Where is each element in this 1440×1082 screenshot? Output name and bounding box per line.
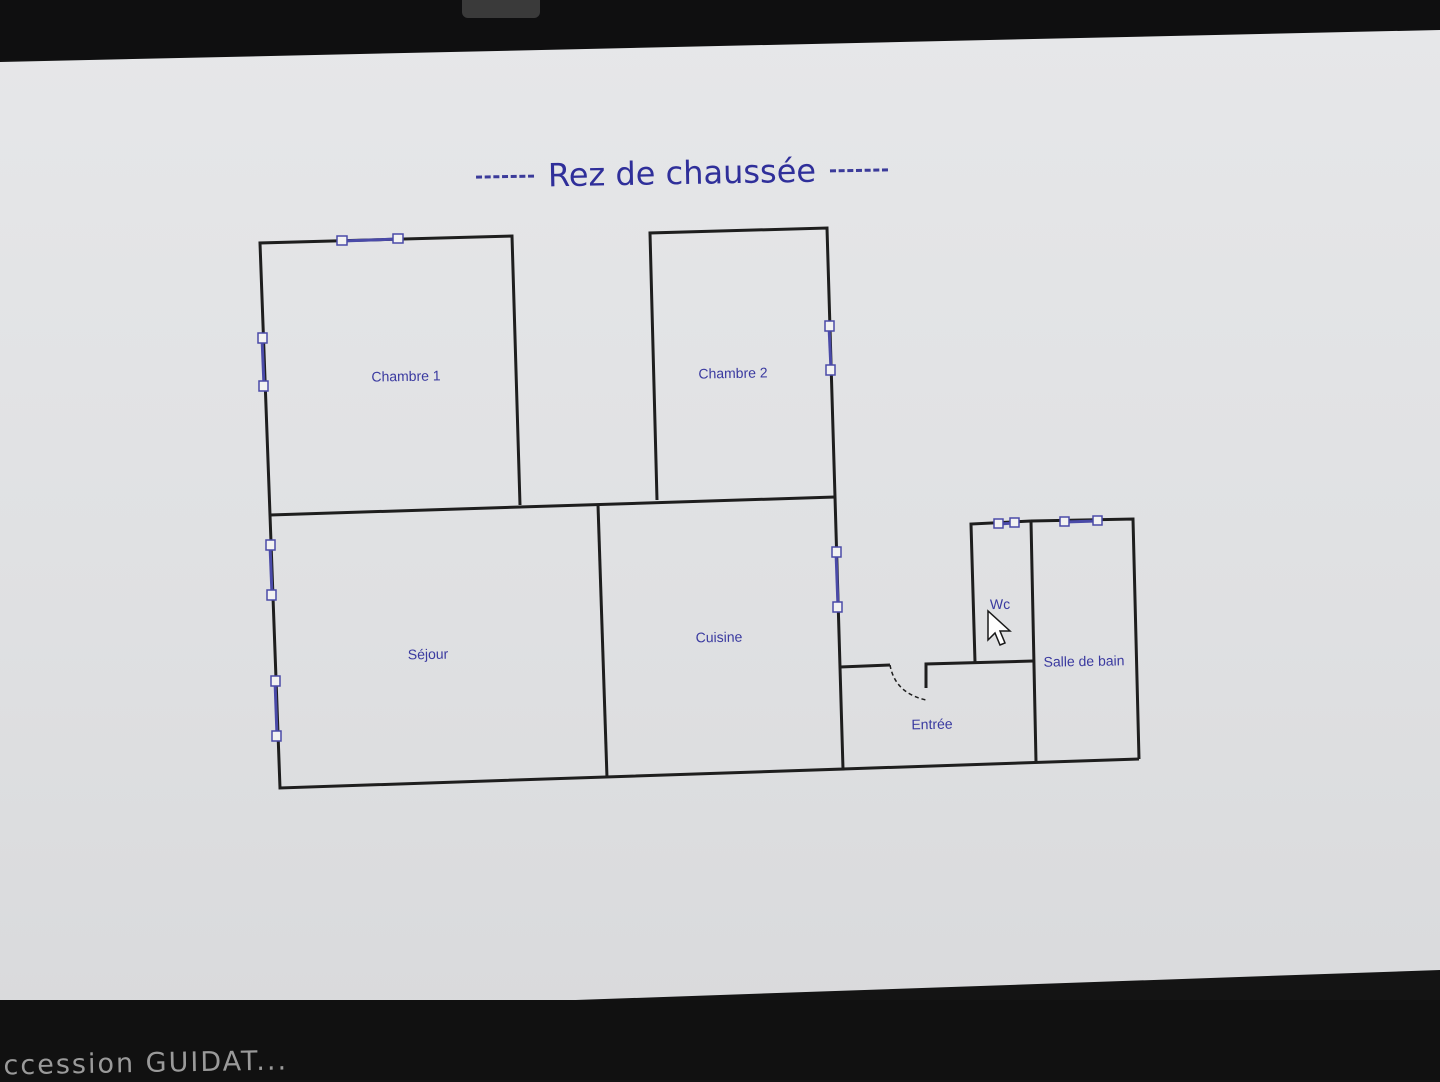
room-label-salle-de-bain: Salle de bain bbox=[1043, 652, 1125, 670]
wall-middle bbox=[269, 495, 836, 517]
room-label-wc: Wc bbox=[989, 595, 1011, 613]
title-dash-left bbox=[476, 174, 534, 179]
window-chambre1-left bbox=[257, 332, 269, 392]
window-sejour-left-1 bbox=[265, 539, 277, 601]
mouse-pointer-icon bbox=[987, 609, 1012, 646]
window-sdb-top bbox=[1059, 515, 1103, 527]
window-chambre1-top bbox=[336, 233, 404, 246]
room-label-sejour: Séjour bbox=[407, 645, 449, 663]
wall-sdb bbox=[1030, 517, 1141, 760]
room-label-chambre-1: Chambre 1 bbox=[371, 367, 441, 385]
title-dash-right bbox=[829, 167, 888, 172]
wall-wc-sdb bbox=[1029, 520, 1038, 763]
window-cuisine-right bbox=[831, 546, 843, 613]
title-text: Rez de chaussée bbox=[547, 151, 817, 195]
door-swing bbox=[889, 664, 927, 701]
wall-bottom-annex bbox=[842, 757, 1140, 771]
window-wc-top bbox=[993, 517, 1020, 529]
room-label-entree: Entrée bbox=[911, 715, 953, 733]
room-label-cuisine: Cuisine bbox=[695, 628, 743, 646]
wall-sejour-cuisine bbox=[596, 504, 609, 779]
wall-lower-outer bbox=[268, 496, 845, 790]
window-sejour-left-2 bbox=[270, 675, 282, 742]
footer-text: ıccession GUIDAT... bbox=[0, 1045, 289, 1082]
wall-entree bbox=[839, 663, 891, 669]
room-label-chambre-2: Chambre 2 bbox=[698, 364, 768, 382]
page-title: Rez de chaussée bbox=[462, 144, 903, 202]
window-chambre2-right bbox=[824, 320, 836, 376]
wall-entree-2 bbox=[924, 659, 1034, 688]
